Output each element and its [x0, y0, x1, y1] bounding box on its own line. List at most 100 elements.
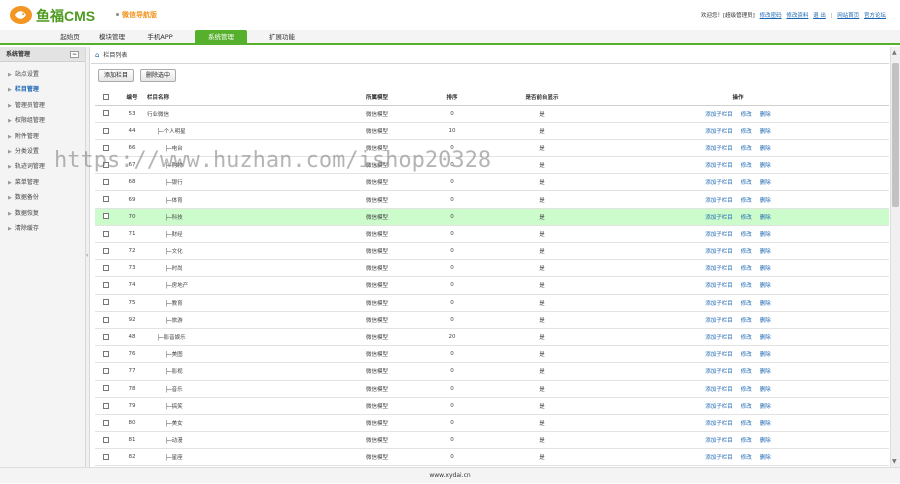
delete-link[interactable]: 删除 [760, 180, 771, 186]
edit-link[interactable]: 修改 [741, 318, 752, 324]
sidebar-splitter[interactable]: ‹ [86, 47, 90, 467]
delete-link[interactable]: 删除 [760, 146, 771, 152]
add-child-link[interactable]: 添加子栏目 [705, 198, 733, 204]
table-row[interactable]: 75 ├─教育 微信模型 0 是 添加子栏目 修改 删除 [95, 294, 889, 312]
edit-link[interactable]: 修改 [741, 387, 752, 393]
add-column-button[interactable]: 添加栏目 [98, 69, 135, 82]
edit-link[interactable]: 修改 [741, 180, 752, 186]
table-row[interactable]: 79 ├─搞笑 微信模型 0 是 添加子栏目 修改 删除 [95, 397, 889, 415]
minus-icon[interactable]: − [70, 51, 79, 58]
table-row[interactable]: 71 ├─财经 微信模型 0 是 添加子栏目 修改 删除 [95, 225, 889, 244]
row-checkbox[interactable] [103, 368, 109, 375]
sidebar-item-keywords[interactable]: ▶ 轨迹词管理 [0, 159, 85, 174]
row-checkbox[interactable] [103, 454, 109, 461]
edit-link[interactable]: 修改 [741, 404, 752, 410]
add-child-link[interactable]: 添加子栏目 [705, 146, 733, 152]
edit-profile-link[interactable]: 修改资料 [786, 13, 808, 19]
delete-link[interactable]: 删除 [760, 266, 771, 272]
delete-link[interactable]: 删除 [760, 283, 771, 289]
sidebar-item-permission-groups[interactable]: ▶ 权限组管理 [0, 113, 85, 128]
scroll-up-icon[interactable]: ▲ [892, 49, 897, 56]
forum-link[interactable]: 官方论坛 [864, 13, 886, 19]
site-home-link[interactable]: 网站首页 [837, 13, 859, 19]
edit-link[interactable]: 修改 [741, 129, 752, 135]
table-row[interactable]: 81 ├─动漫 微信模型 0 是 添加子栏目 修改 删除 [95, 431, 889, 450]
select-all-checkbox[interactable] [103, 94, 109, 100]
edit-link[interactable]: 修改 [741, 369, 752, 375]
sidebar-item-site-settings[interactable]: ▶ 站点设置 [0, 67, 85, 82]
row-checkbox[interactable] [103, 282, 109, 289]
add-child-link[interactable]: 添加子栏目 [705, 421, 733, 427]
edit-link[interactable]: 修改 [741, 163, 752, 169]
edit-link[interactable]: 修改 [741, 438, 752, 444]
row-checkbox[interactable] [103, 213, 109, 220]
row-checkbox[interactable] [103, 402, 109, 409]
add-child-link[interactable]: 添加子栏目 [705, 163, 733, 169]
table-row[interactable]: 66 ├─电台 微信模型 0 是 添加子栏目 修改 删除 [95, 139, 889, 158]
table-row[interactable]: 74 ├─房地产 微信模型 0 是 添加子栏目 修改 删除 [95, 276, 889, 295]
add-child-link[interactable]: 添加子栏目 [705, 180, 733, 186]
tab-mobile-app[interactable]: 手机APP [140, 30, 180, 45]
table-row[interactable]: 78 ├─音乐 微信模型 0 是 添加子栏目 修改 删除 [95, 380, 889, 398]
edit-link[interactable]: 修改 [741, 215, 752, 221]
table-row[interactable]: 53 行业微信 微信模型 0 是 添加子栏目 修改 删除 [95, 105, 889, 123]
delete-link[interactable]: 删除 [760, 455, 771, 461]
sidebar-item-backup[interactable]: ▶ 数据备份 [0, 190, 85, 205]
edit-link[interactable]: 修改 [741, 232, 752, 238]
edit-link[interactable]: 修改 [741, 421, 752, 427]
add-child-link[interactable]: 添加子栏目 [705, 352, 733, 358]
add-child-link[interactable]: 添加子栏目 [705, 387, 733, 393]
table-row[interactable]: 67 ├─购物 微信模型 0 是 添加子栏目 修改 删除 [95, 156, 889, 175]
sidebar-item-columns[interactable]: ▶ 栏目管理 [0, 82, 85, 97]
row-checkbox[interactable] [103, 316, 109, 323]
sidebar-item-attachments[interactable]: ▶ 附件管理 [0, 129, 85, 144]
add-child-link[interactable]: 添加子栏目 [705, 455, 733, 461]
edit-link[interactable]: 修改 [741, 335, 752, 341]
scroll-thumb[interactable] [892, 63, 899, 207]
delete-link[interactable]: 删除 [760, 112, 771, 118]
edit-link[interactable]: 修改 [741, 146, 752, 152]
add-child-link[interactable]: 添加子栏目 [705, 266, 733, 272]
add-child-link[interactable]: 添加子栏目 [705, 232, 733, 238]
table-row[interactable]: 72 ├─文化 微信模型 0 是 添加子栏目 修改 删除 [95, 242, 889, 261]
change-password-link[interactable]: 修改密码 [760, 13, 782, 19]
vertical-scrollbar[interactable]: ▲ ▼ [890, 47, 900, 467]
edit-link[interactable]: 修改 [741, 266, 752, 272]
chevron-left-icon[interactable]: ‹ [86, 252, 88, 259]
row-checkbox[interactable] [103, 144, 109, 151]
delete-link[interactable]: 删除 [760, 318, 771, 324]
table-row[interactable]: 44 ├─个人明星 微信模型 10 是 添加子栏目 修改 删除 [95, 122, 889, 140]
table-row[interactable]: 48 ├─影音娱乐 微信模型 20 是 添加子栏目 修改 删除 [95, 328, 889, 347]
row-checkbox[interactable] [103, 385, 109, 392]
add-child-link[interactable]: 添加子栏目 [705, 318, 733, 324]
add-child-link[interactable]: 添加子栏目 [705, 301, 733, 307]
row-checkbox[interactable] [103, 299, 109, 306]
row-checkbox[interactable] [103, 333, 109, 340]
add-child-link[interactable]: 添加子栏目 [705, 112, 733, 118]
sidebar-item-admins[interactable]: ▶ 管理员管理 [0, 98, 85, 113]
row-checkbox[interactable] [103, 265, 109, 272]
edit-link[interactable]: 修改 [741, 198, 752, 204]
tab-system[interactable]: 系统管理 [195, 30, 247, 45]
table-row[interactable]: 73 ├─时尚 微信模型 0 是 添加子栏目 修改 删除 [95, 259, 889, 278]
tab-modules[interactable]: 模块管理 [92, 30, 132, 45]
add-child-link[interactable]: 添加子栏目 [705, 335, 733, 341]
table-row[interactable]: 82 ├─星座 微信模型 0 是 添加子栏目 修改 删除 [95, 448, 889, 467]
add-child-link[interactable]: 添加子栏目 [705, 369, 733, 375]
edit-link[interactable]: 修改 [741, 301, 752, 307]
sidebar-item-menus[interactable]: ▶ 菜单管理 [0, 175, 85, 190]
row-checkbox[interactable] [103, 419, 109, 426]
add-child-link[interactable]: 添加子栏目 [705, 438, 733, 444]
tab-extensions[interactable]: 扩展功能 [262, 30, 302, 45]
add-child-link[interactable]: 添加子栏目 [705, 283, 733, 289]
edit-link[interactable]: 修改 [741, 352, 752, 358]
delete-link[interactable]: 删除 [760, 421, 771, 427]
sidebar-item-restore[interactable]: ▶ 数据恢复 [0, 206, 85, 221]
table-row[interactable]: 77 ├─影视 微信模型 0 是 添加子栏目 修改 删除 [95, 362, 889, 381]
row-checkbox[interactable] [103, 179, 109, 186]
delete-link[interactable]: 删除 [760, 335, 771, 341]
add-child-link[interactable]: 添加子栏目 [705, 404, 733, 410]
home-icon[interactable]: ⌂ [95, 51, 99, 59]
delete-link[interactable]: 删除 [760, 387, 771, 393]
sidebar-item-clear-cache[interactable]: ▶ 清除缓存 [0, 221, 85, 236]
